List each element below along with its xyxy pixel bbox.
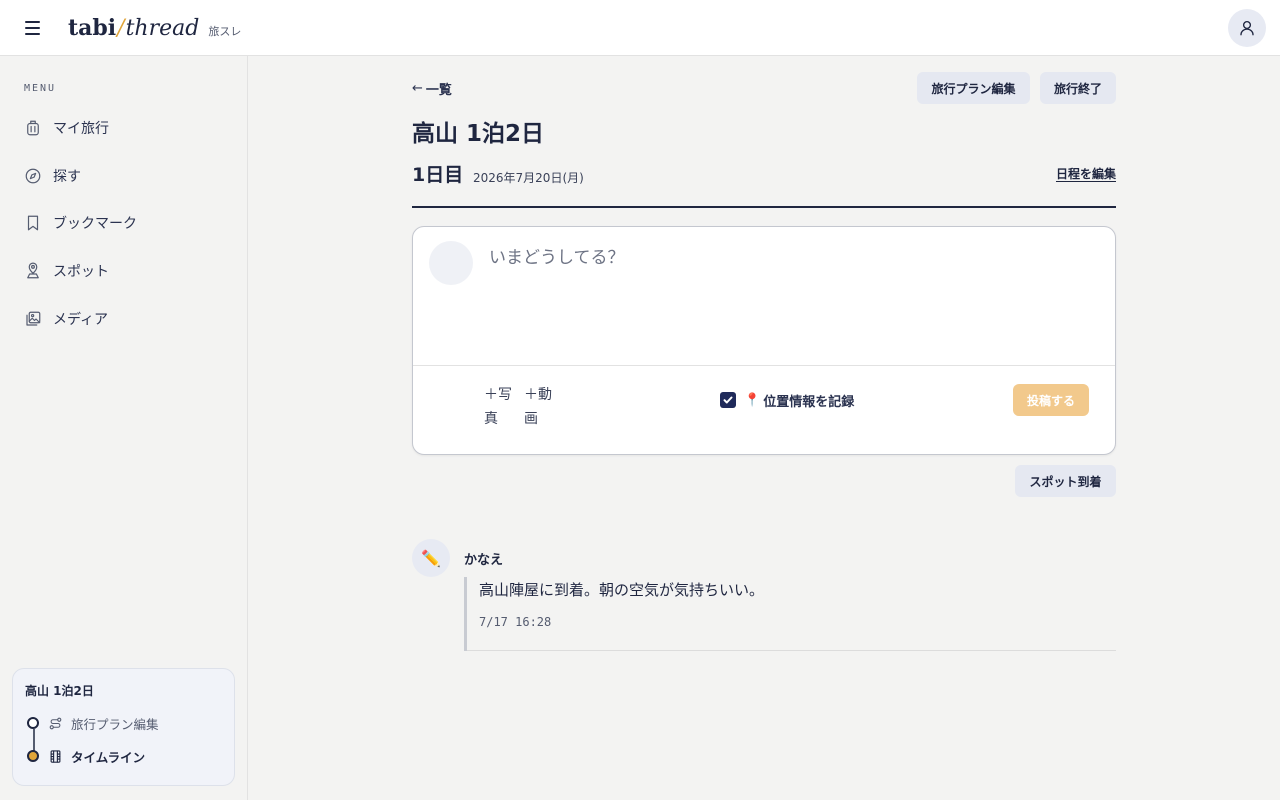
post-submit-button[interactable]: 投稿する — [1013, 384, 1089, 416]
edit-schedule-link[interactable]: 日程を編集 — [1056, 165, 1116, 182]
luggage-icon — [27, 120, 39, 136]
post-quote-bar — [464, 577, 467, 651]
back-to-list-link[interactable]: ← 一覧 — [412, 78, 452, 98]
sidebar-item-bookmarks[interactable]: ブックマーク — [24, 209, 224, 237]
user-avatar-button[interactable] — [1228, 9, 1266, 47]
page-title: 高山 1泊2日 — [412, 121, 545, 147]
bookmark-icon — [27, 215, 39, 231]
day-date: 2026年7月20日(月) — [473, 171, 584, 185]
add-video-label-line1: ＋動 — [524, 387, 552, 403]
post-text: 高山陣屋に到着。朝の空気が気持ちいい。 — [479, 581, 765, 599]
step-dot-active — [27, 750, 39, 762]
step-label: 旅行プラン編集 — [71, 716, 159, 732]
location-toggle[interactable]: 📍 位置情報を記録 — [720, 390, 854, 410]
logo-main-text: tabi — [68, 15, 117, 41]
checkmark-icon — [723, 396, 733, 404]
current-trip-card: 高山 1泊2日 旅行プラン編集 タイムライン — [12, 668, 235, 786]
sidebar-item-explore[interactable]: 探す — [24, 162, 224, 190]
user-icon — [1240, 20, 1254, 36]
logo-slash: / — [117, 16, 125, 41]
compass-icon — [25, 168, 41, 184]
step-label: タイムライン — [71, 749, 146, 765]
add-video-label-line2: 画 — [524, 411, 538, 427]
location-pin-icon: 📍 — [744, 392, 761, 408]
sidebar-item-spots[interactable]: スポット — [24, 257, 224, 285]
post-author-avatar: ✏️ — [412, 539, 450, 577]
sidebar-item-label: マイ旅行 — [53, 121, 109, 137]
post-composer: ＋写 真 ＋動 画 📍 位置情報を記録 投稿する — [412, 226, 1116, 455]
section-divider — [412, 206, 1116, 208]
gallery-icon — [26, 311, 41, 326]
add-video-button[interactable]: ＋動 画 — [524, 383, 564, 431]
edit-plan-button[interactable]: 旅行プラン編集 — [917, 72, 1030, 104]
post-text-input[interactable] — [489, 243, 1099, 353]
step-plan-edit[interactable]: 旅行プラン編集 — [27, 713, 159, 733]
composer-divider — [413, 365, 1115, 366]
app-logo[interactable]: tabi / thread 旅スレ — [68, 12, 241, 44]
app-header: tabi / thread 旅スレ — [0, 0, 1280, 56]
add-photo-label-line2: 真 — [484, 411, 498, 427]
post-timestamp: 7/17 16:28 — [479, 615, 552, 629]
logo-italic-text: thread — [125, 16, 200, 41]
map-pin-icon — [27, 262, 39, 279]
post-divider — [467, 650, 1116, 651]
location-checkbox[interactable] — [720, 392, 736, 408]
menu-heading: MENU — [24, 83, 57, 94]
sidebar-item-label: ブックマーク — [53, 216, 137, 232]
hamburger-menu-icon[interactable] — [22, 16, 46, 40]
route-icon — [49, 717, 62, 729]
back-arrow-icon: ← — [412, 80, 423, 96]
composer-avatar — [429, 241, 473, 285]
back-label: 一覧 — [425, 82, 452, 98]
day-title: 1日目 — [412, 164, 464, 186]
add-photo-label-line1: ＋写 — [484, 387, 512, 403]
sidebar-item-media[interactable]: メディア — [24, 305, 224, 333]
logo-subtitle: 旅スレ — [208, 25, 242, 38]
step-dot — [27, 717, 39, 729]
sidebar-item-label: メディア — [53, 312, 109, 328]
location-label: 位置情報を記録 — [763, 394, 855, 410]
end-trip-button[interactable]: 旅行終了 — [1040, 72, 1116, 104]
add-photo-button[interactable]: ＋写 真 — [484, 383, 524, 431]
sidebar-item-my-trips[interactable]: マイ旅行 — [24, 114, 224, 142]
sidebar-item-label: スポット — [53, 264, 109, 280]
spot-arrival-button[interactable]: スポット到着 — [1015, 465, 1116, 497]
pencil-icon: ✏️ — [421, 548, 441, 568]
trip-card-title: 高山 1泊2日 — [25, 684, 94, 698]
step-timeline[interactable]: タイムライン — [27, 746, 145, 766]
film-icon — [50, 749, 61, 763]
sidebar: MENU マイ旅行 探す ブックマーク スポット メディア 高山 1泊2日 旅行… — [0, 56, 248, 800]
sidebar-item-label: 探す — [53, 169, 81, 185]
post-author: かなえ — [464, 553, 504, 568]
